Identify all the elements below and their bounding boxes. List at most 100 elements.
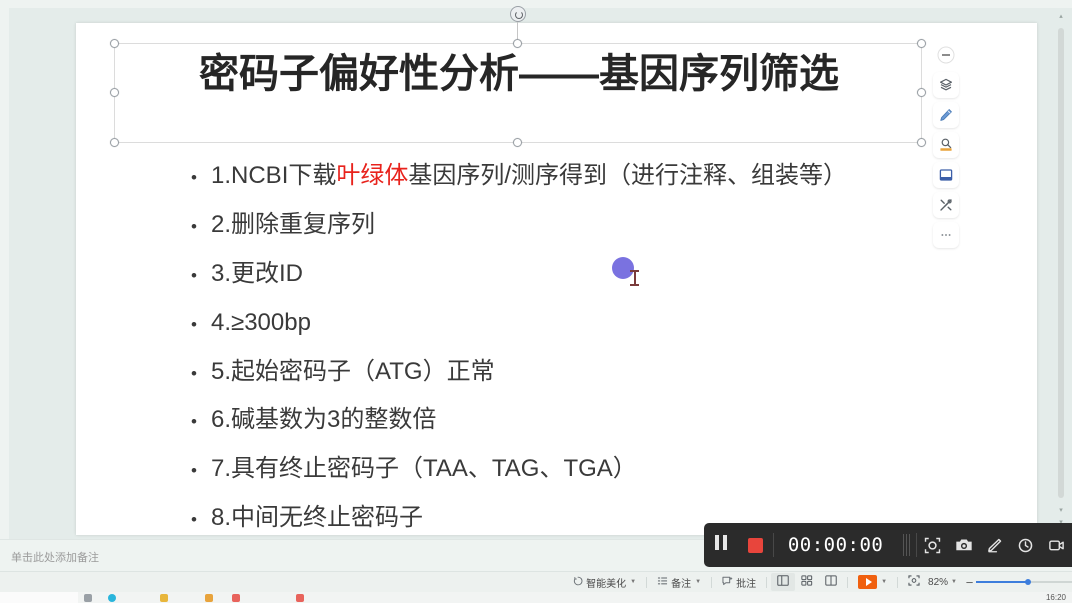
notes-label: 备注 [671,578,692,590]
workspace-top-strip [0,0,1072,8]
taskbar-clock[interactable]: 16:20 [1046,593,1066,602]
recorder-annotate-button[interactable] [979,523,1010,567]
chevron-down-icon: ▼ [630,579,637,585]
bullet-text-3: 3.更改ID [211,259,304,287]
scrollbar-thumb[interactable] [1058,28,1064,498]
taskbar-icon-1[interactable] [84,594,92,602]
bullet-marker-icon: • [191,510,197,530]
reading-view-icon [825,575,837,589]
tools-icon [938,197,954,213]
taskbar-icon-2[interactable] [108,594,116,602]
bullet-text-1-pre: 1.NCBI下载 [211,162,337,189]
layers-icon [938,77,954,93]
bullet-text-1-highlight: 叶绿体 [336,162,409,189]
recorder-timer: 00:00:00 [787,534,884,556]
zoom-slider[interactable] [976,576,1072,588]
scroll-up-icon[interactable]: ▴ [1058,13,1064,20]
bullet-item-7: • 7.具有终止密码子（TAA、TAG、TGA） [191,455,1001,483]
taskbar-icon-6[interactable] [296,594,304,602]
zoom-slider-knob[interactable] [1025,579,1031,585]
slide-canvas[interactable]: 密码子偏好性分析——基因序列筛选 • 1.NCBI下载叶绿体基因序列/测序得到（… [76,6,1037,535]
bullet-item-6: • 6.碱基数为3的整数倍 [191,406,1001,434]
fit-to-window-button[interactable] [902,573,926,591]
bullet-text-6: 6.碱基数为3的整数倍 [211,406,437,434]
taskbar-icon-5[interactable] [232,594,240,602]
resize-handle-top-center[interactable] [513,39,522,48]
workspace-left-edge [0,8,9,539]
taskbar-start-area[interactable] [0,592,78,603]
status-separator [897,576,899,588]
screen-recorder-toolbar[interactable]: 00:00:00 [704,523,1072,567]
scroll-down-icon[interactable]: ▾ [1058,507,1064,514]
notes-toggle-button[interactable]: 备注 ▼ [651,573,707,591]
chevron-down-icon[interactable]: ▼ [951,579,957,585]
resize-handle-top-left[interactable] [110,39,119,48]
webcam-icon [1048,537,1065,554]
bullet-marker-icon: • [191,314,197,334]
start-slideshow-button[interactable]: ▼ [852,573,893,591]
bullet-marker-icon: • [191,461,197,481]
zoom-out-button[interactable]: − [963,575,976,590]
view-normal-button[interactable] [771,573,796,591]
recorder-drag-grip[interactable] [903,534,911,556]
resize-handle-top-right[interactable] [917,39,926,48]
taskbar-icon-4[interactable] [205,594,213,602]
right-tool-rail[interactable] [932,42,960,248]
frame-icon [938,167,954,183]
view-grid-button[interactable] [795,573,819,591]
bullet-item-5: • 5.起始密码子（ATG）正常 [191,357,1001,385]
view-reading-button[interactable] [819,573,843,591]
rail-tools-button[interactable] [933,192,959,218]
fit-to-window-icon [908,575,920,589]
stop-icon [747,537,763,553]
recorder-webcam-button[interactable] [1041,523,1072,567]
status-separator [711,576,713,588]
clock-icon [1017,537,1034,554]
bullet-item-3: • 3.更改ID [191,259,1001,287]
rail-more-button[interactable] [933,222,959,248]
status-bar: 智能美化 ▼ 备注 ▼ 批注 ▼ 82% ▼ − [0,571,1072,592]
resize-handle-bottom-right[interactable] [917,138,926,147]
title-textbox-selection[interactable]: 密码子偏好性分析——基因序列筛选 [110,6,926,147]
bullet-item-1: • 1.NCBI下载叶绿体基因序列/测序得到（进行注释、组装等） [191,162,1001,189]
camera-icon [955,537,973,553]
zoom-percent-label[interactable]: 82% [926,577,950,588]
slide-title: 密码子偏好性分析——基因序列筛选 [199,52,839,96]
bullet-text-7: 7.具有终止密码子（TAA、TAG、TGA） [211,455,637,483]
pause-icon [714,535,727,555]
bullet-marker-icon: • [191,265,197,285]
bullet-text-5: 5.起始密码子（ATG）正常 [211,357,495,385]
rail-layers-button[interactable] [933,72,959,98]
taskbar-icon-3[interactable] [160,594,168,602]
resize-handle-bottom-center[interactable] [513,138,522,147]
rail-stamp-button[interactable] [933,132,959,158]
rail-pen-button[interactable] [933,102,959,128]
recorder-region-select-button[interactable] [917,523,948,567]
rotate-handle-icon[interactable] [510,6,526,22]
recorder-timer-button[interactable] [1010,523,1041,567]
zoom-slider-fill [976,581,1028,583]
chevron-down-icon[interactable]: ▼ [881,579,887,585]
comment-button[interactable]: 批注 [716,573,762,591]
recorder-stop-button[interactable] [738,523,773,567]
comment-bubble-icon [722,576,733,589]
bullet-item-2: • 2.删除重复序列 [191,211,1001,238]
play-icon [858,575,878,589]
status-separator [847,576,849,588]
status-bar-center-group: 智能美化 ▼ 备注 ▼ 批注 ▼ 82% ▼ − [567,572,1072,593]
os-taskbar[interactable]: 16:20 [0,592,1072,603]
comment-label: 批注 [736,578,757,590]
beautify-button[interactable]: 智能美化 ▼ [567,573,642,591]
bullet-item-4: • 4.≥300bp [191,309,1001,336]
rail-frame-button[interactable] [933,162,959,188]
vertical-scrollbar[interactable]: ▴ ▾ ▾ [1056,10,1066,530]
recorder-pause-button[interactable] [704,523,738,567]
bullet-marker-icon: • [191,412,197,432]
resize-handle-bottom-left[interactable] [110,138,119,147]
pen-icon [986,537,1003,554]
slide-bullet-list[interactable]: • 1.NCBI下载叶绿体基因序列/测序得到（进行注释、组装等） • 2.删除重… [191,162,1001,554]
rail-collapse-button[interactable] [933,42,959,68]
normal-view-icon [777,575,789,589]
recorder-screenshot-button[interactable] [948,523,979,567]
i-beam-cursor-icon [630,270,639,286]
